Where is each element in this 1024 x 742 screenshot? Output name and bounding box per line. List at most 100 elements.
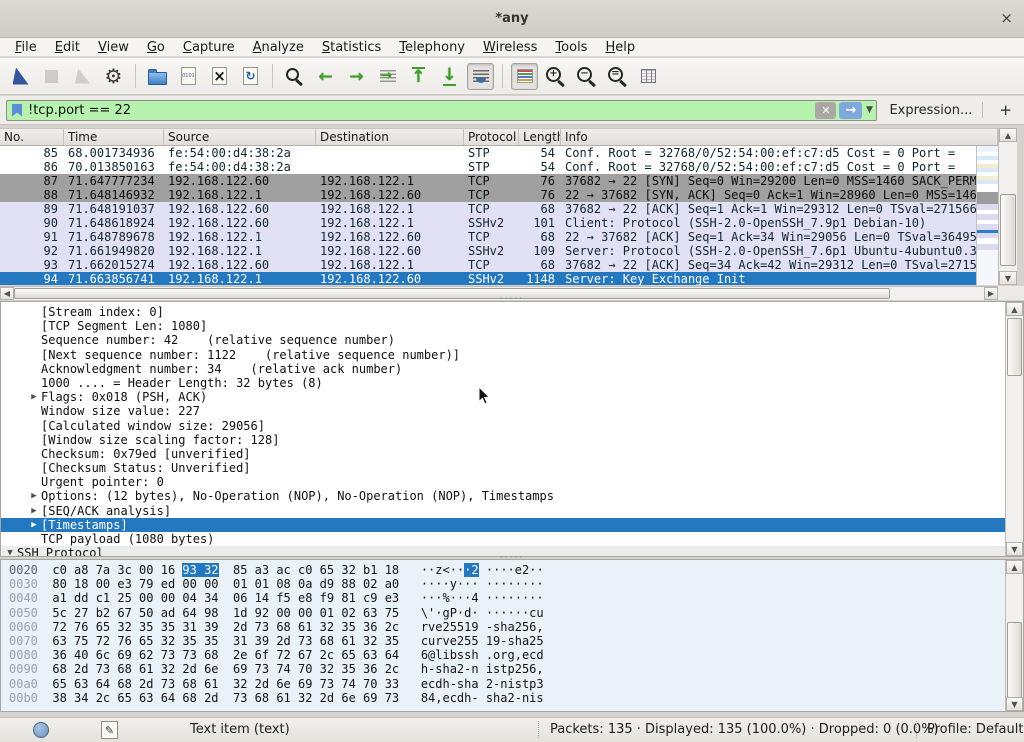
resize-columns-button[interactable] — [635, 63, 662, 90]
menu-file[interactable]: File — [6, 39, 46, 56]
scroll-up-icon[interactable]: ▲ — [1006, 302, 1023, 316]
scroll-up-icon[interactable]: ▲ — [999, 128, 1017, 142]
hex-row-0080[interactable]: 0080 36 40 6c 69 62 73 73 68 2e 6f 72 67… — [1, 648, 1023, 662]
packet-list-minimap[interactable] — [976, 146, 998, 285]
go-back-button[interactable]: ← — [312, 63, 339, 90]
scroll-down-icon[interactable]: ▼ — [1006, 697, 1023, 711]
display-filter-field[interactable]: ✕ → ▼ — [6, 100, 877, 121]
detail-line-9[interactable]: [Window size scaling factor: 128] — [1, 433, 1023, 447]
scroll-up-icon[interactable]: ▲ — [1006, 560, 1023, 574]
menu-statistics[interactable]: Statistics — [313, 39, 390, 56]
menu-view[interactable]: View — [89, 39, 138, 56]
column-header-length[interactable]: Length — [519, 129, 561, 145]
collapsed-icon[interactable]: ▶ — [27, 504, 41, 518]
detail-line-2[interactable]: Sequence number: 42 (relative sequence n… — [1, 333, 1023, 347]
zoom-reset-button[interactable]: = — [604, 63, 631, 90]
filter-history-caret-icon[interactable]: ▼ — [862, 102, 876, 119]
scroll-thumb[interactable] — [1000, 194, 1016, 266]
collapsed-icon[interactable]: ▶ — [27, 518, 41, 532]
close-file-button[interactable] — [206, 63, 233, 90]
capture-comment-icon[interactable]: ✎ — [101, 721, 118, 739]
packet-row-87[interactable]: 8771.647777234192.168.122.60192.168.122.… — [0, 174, 976, 188]
hex-row-0090[interactable]: 0090 68 2d 73 68 61 32 2d 6e 69 73 74 70… — [1, 662, 1023, 676]
go-first-button[interactable]: ↑ — [405, 63, 432, 90]
column-header-info[interactable]: Info — [561, 129, 998, 145]
hex-row-0070[interactable]: 0070 63 75 72 76 65 32 35 35 31 39 2d 73… — [1, 634, 1023, 648]
add-filter-button[interactable]: + — [993, 101, 1018, 119]
detail-line-12[interactable]: Urgent pointer: 0 — [1, 475, 1023, 489]
menu-help[interactable]: Help — [596, 39, 644, 56]
detail-line-0[interactable]: [Stream index: 0] — [1, 305, 1023, 319]
packet-row-93[interactable]: 9371.662015274192.168.122.60192.168.122.… — [0, 258, 976, 272]
reload-file-button[interactable] — [237, 63, 264, 90]
packet-row-86[interactable]: 8670.013850163fe:54:00:d4:38:2aSTP54Conf… — [0, 160, 976, 174]
column-header-time[interactable]: Time — [64, 129, 164, 145]
detail-line-15[interactable]: ▶[Timestamps] — [1, 518, 1023, 532]
packet-row-89[interactable]: 8971.648191037192.168.122.60192.168.122.… — [0, 202, 976, 216]
menu-tools[interactable]: Tools — [546, 39, 596, 56]
packet-row-91[interactable]: 9171.648789678192.168.122.1192.168.122.6… — [0, 230, 976, 244]
packet-row-88[interactable]: 8871.648146932192.168.122.1192.168.122.6… — [0, 188, 976, 202]
start-capture-button[interactable] — [7, 63, 34, 90]
expression-button[interactable]: Expression... — [889, 103, 972, 118]
packet-list-vscrollbar[interactable]: ▲ ▼ — [998, 128, 1017, 285]
go-forward-button[interactable]: → — [343, 63, 370, 90]
profile-button[interactable]: Profile: Default — [927, 722, 1023, 737]
detail-line-7[interactable]: Window size value: 227 — [1, 404, 1023, 418]
collapsed-icon[interactable]: ▶ — [27, 390, 41, 404]
menu-edit[interactable]: Edit — [46, 39, 89, 56]
detail-line-8[interactable]: [Calculated window size: 29056] — [1, 419, 1023, 433]
go-last-button[interactable]: ↓ — [436, 63, 463, 90]
details-vscrollbar[interactable]: ▲ ▼ — [1005, 302, 1023, 556]
apply-filter-icon[interactable]: → — [839, 102, 862, 119]
packet-row-94[interactable]: 9471.663856741192.168.122.1192.168.122.6… — [0, 272, 976, 285]
packet-row-92[interactable]: 9271.661949820192.168.122.1192.168.122.6… — [0, 244, 976, 258]
column-header-protocol[interactable]: Protocol — [464, 129, 519, 145]
detail-line-4[interactable]: Acknowledgment number: 34 (relative ack … — [1, 362, 1023, 376]
stop-capture-button[interactable] — [38, 63, 65, 90]
auto-scroll-button[interactable] — [467, 63, 494, 90]
hex-row-00b0[interactable]: 00b0 38 34 2c 65 63 64 68 2d 73 68 61 32… — [1, 691, 1023, 705]
close-icon[interactable]: × — [1000, 10, 1013, 26]
menu-capture[interactable]: Capture — [174, 39, 244, 56]
hex-row-0030[interactable]: 0030 80 18 00 e3 79 ed 00 00 01 01 08 0a… — [1, 577, 1023, 591]
open-file-button[interactable] — [144, 63, 171, 90]
scroll-thumb[interactable] — [1007, 318, 1022, 376]
packet-row-85[interactable]: 8568.001734936fe:54:00:d4:38:2aSTP54Conf… — [0, 146, 976, 160]
detail-line-16[interactable]: TCP payload (1080 bytes) — [1, 532, 1023, 546]
bytes-vscrollbar[interactable]: ▲ ▼ — [1005, 560, 1023, 711]
scroll-down-icon[interactable]: ▼ — [1006, 542, 1023, 556]
menu-go[interactable]: Go — [138, 39, 174, 56]
detail-line-10[interactable]: Checksum: 0x79ed [unverified] — [1, 447, 1023, 461]
hex-row-0050[interactable]: 0050 5c 27 b2 67 50 ad 64 98 1d 92 00 00… — [1, 606, 1023, 620]
display-filter-input[interactable] — [28, 103, 815, 118]
restart-capture-button[interactable] — [69, 63, 96, 90]
detail-line-1[interactable]: [TCP Segment Len: 1080] — [1, 319, 1023, 333]
detail-line-11[interactable]: [Checksum Status: Unverified] — [1, 461, 1023, 475]
detail-line-5[interactable]: 1000 .... = Header Length: 32 bytes (8) — [1, 376, 1023, 390]
column-header-source[interactable]: Source — [164, 129, 316, 145]
packet-row-90[interactable]: 9071.648618924192.168.122.60192.168.122.… — [0, 216, 976, 230]
hex-row-0060[interactable]: 0060 72 76 65 32 35 35 31 39 2d 73 68 61… — [1, 620, 1023, 634]
expert-info-icon[interactable] — [33, 722, 49, 738]
column-header-no[interactable]: No. — [0, 129, 64, 145]
save-file-button[interactable] — [175, 63, 202, 90]
hex-row-0040[interactable]: 0040 a1 dd c1 25 00 00 04 34 06 14 f5 e8… — [1, 591, 1023, 605]
collapsed-icon[interactable]: ▶ — [27, 489, 41, 503]
zoom-out-button[interactable]: − — [573, 63, 600, 90]
colorize-button[interactable] — [511, 63, 538, 90]
hex-row-00a0[interactable]: 00a0 65 63 64 68 2d 73 68 61 32 2d 6e 69… — [1, 677, 1023, 691]
menu-wireless[interactable]: Wireless — [474, 39, 546, 56]
bookmark-icon[interactable] — [12, 104, 22, 117]
hex-row-0020[interactable]: 0020 c0 a8 7a 3c 00 16 93 32 85 a3 ac c0… — [1, 563, 1023, 577]
column-header-destination[interactable]: Destination — [316, 129, 464, 145]
detail-line-14[interactable]: ▶[SEQ/ACK analysis] — [1, 504, 1023, 518]
detail-line-6[interactable]: ▶Flags: 0x018 (PSH, ACK) — [1, 390, 1023, 404]
zoom-in-button[interactable]: + — [542, 63, 569, 90]
scroll-down-icon[interactable]: ▼ — [999, 271, 1017, 285]
scroll-thumb[interactable] — [1007, 622, 1022, 698]
capture-options-button[interactable] — [100, 63, 127, 90]
menu-analyze[interactable]: Analyze — [244, 39, 313, 56]
detail-line-13[interactable]: ▶Options: (12 bytes), No-Operation (NOP)… — [1, 489, 1023, 503]
menu-telephony[interactable]: Telephony — [390, 39, 474, 56]
